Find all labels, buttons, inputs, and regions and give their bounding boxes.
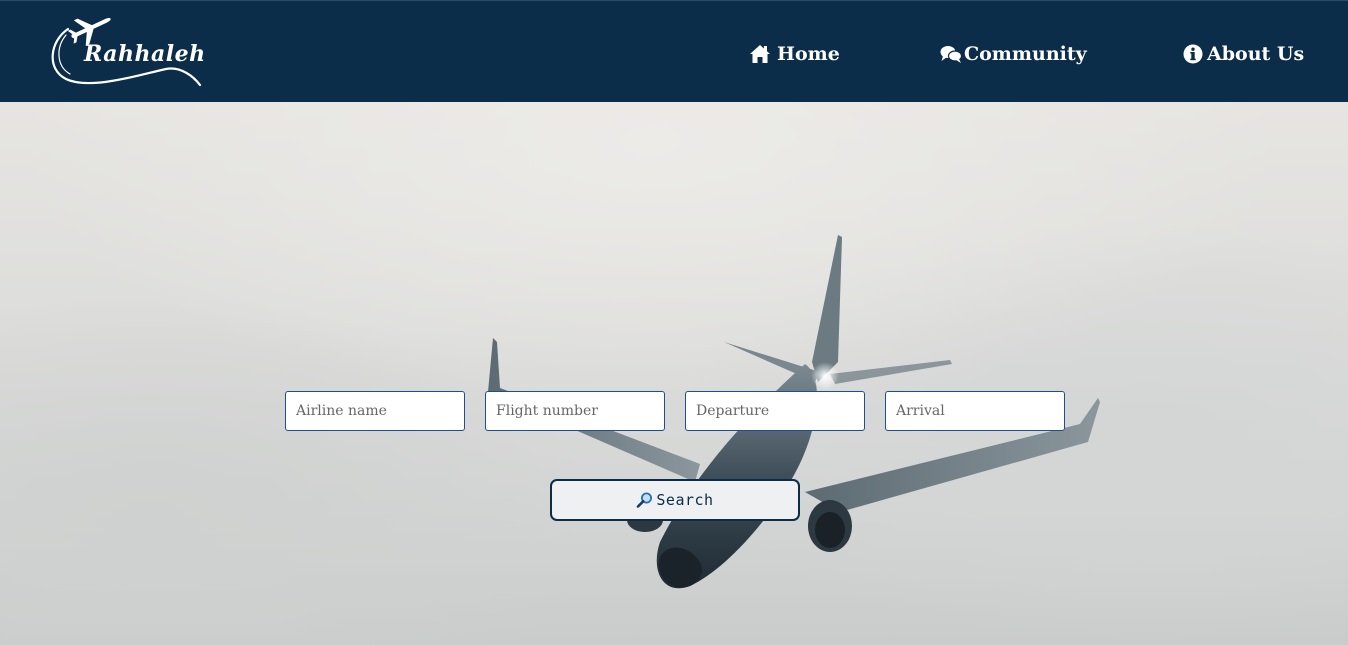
nav-about-us-label: About Us <box>1207 43 1305 65</box>
search-button-label: Search <box>656 491 714 509</box>
brand-name: Rahhaleh <box>84 41 206 67</box>
hero-background <box>0 102 1348 645</box>
magnifier-icon <box>636 492 653 508</box>
nav-community[interactable]: Community <box>940 39 1087 69</box>
home-icon <box>749 44 771 64</box>
info-circle-icon <box>1183 44 1203 64</box>
brand-logo[interactable]: Rahhaleh <box>46 11 206 89</box>
airplane-image <box>488 235 1100 589</box>
nav-home-label: Home <box>777 43 840 65</box>
arrival-input[interactable] <box>885 391 1065 431</box>
nav-community-label: Community <box>964 43 1087 65</box>
flight-number-input[interactable] <box>485 391 665 431</box>
nav-about-us[interactable]: About Us <box>1183 39 1304 69</box>
chat-bubbles-icon <box>940 44 962 64</box>
search-button[interactable]: Search <box>550 479 800 521</box>
navbar: Rahhaleh Home Community About Us <box>0 0 1348 102</box>
departure-input[interactable] <box>685 391 865 431</box>
airline-name-input[interactable] <box>285 391 465 431</box>
page: Rahhaleh Home Community About Us Airline… <box>0 0 1348 645</box>
nav-home[interactable]: Home <box>749 39 840 69</box>
